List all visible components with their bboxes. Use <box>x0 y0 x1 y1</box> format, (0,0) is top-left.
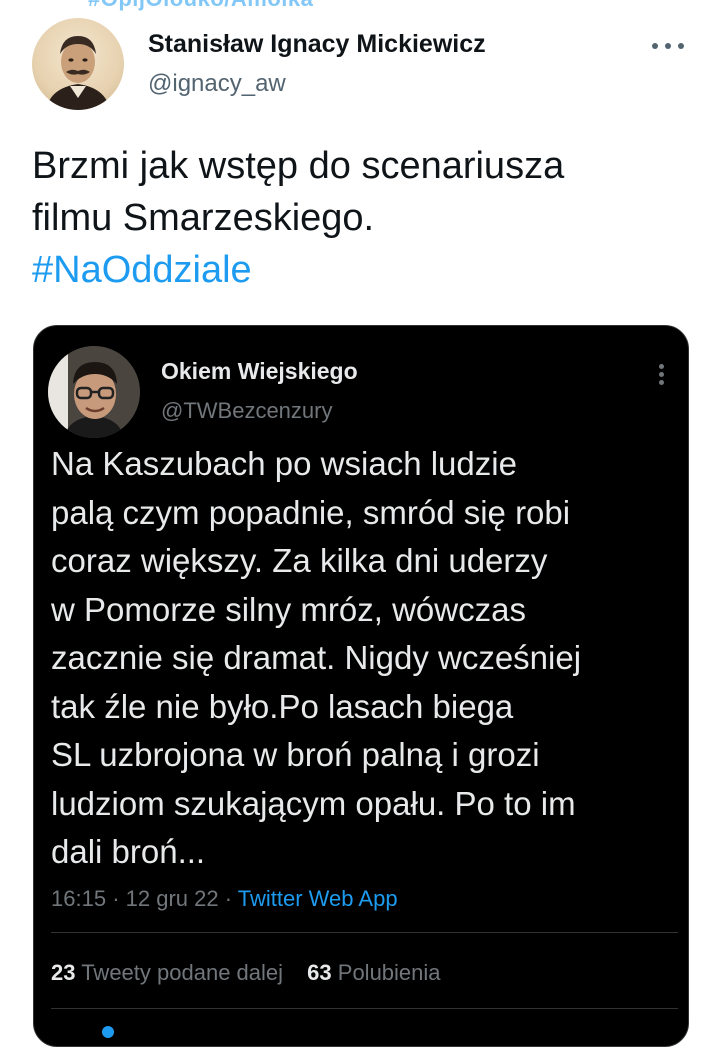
action-icon-partial <box>102 1026 114 1038</box>
quoted-text-line: dali broń... <box>51 833 206 870</box>
likes-label: Polubienia <box>337 960 441 985</box>
more-horizontal-icon[interactable] <box>648 36 688 56</box>
author-portrait-image <box>46 36 110 110</box>
tweet-date[interactable]: 12 gru 22 <box>126 886 219 911</box>
quoted-author-photo-image <box>48 346 140 438</box>
tweet-time[interactable]: 16:15 <box>51 886 106 911</box>
quoted-author-name[interactable]: Okiem Wiejskiego <box>161 358 358 385</box>
quoted-tweet-card[interactable]: Okiem Wiejskiego @TWBezcenzury Na Kaszub… <box>33 325 689 1047</box>
engagement-stats: 23 Tweety podane dalej 63 Polubienia <box>51 960 459 986</box>
retweets-count: 23 <box>51 960 76 985</box>
tweet-text-line: filmu Smarzeskiego. <box>32 197 375 239</box>
quoted-tweet-meta: 16:15 · 12 gru 22 · Twitter Web App <box>51 886 398 912</box>
hashtag-link[interactable]: #NaOddziale <box>32 244 682 296</box>
tweet-text: Brzmi jak wstęp do scenariusza filmu Sma… <box>32 140 682 296</box>
quoted-text-line: palą czym popadnie, smród się robi <box>51 493 571 531</box>
top-hashtag-partial: #OpljOlouko/Amolka <box>88 0 313 12</box>
author-avatar[interactable] <box>32 18 124 110</box>
quoted-text-line: zacznie się dramat. Nigdy wcześniej <box>51 639 582 676</box>
quoted-text-line: SL uzbrojona w broń palną i grozi <box>51 736 540 773</box>
quoted-author-avatar[interactable] <box>48 346 140 438</box>
retweets-stat[interactable]: 23 Tweety podane dalej <box>51 960 283 985</box>
meta-separator: · <box>112 886 126 911</box>
quoted-tweet-text: Na Kaszubach po wsiach ludzie palą czym … <box>51 440 671 877</box>
quoted-text-line: Na Kaszubach po wsiach ludzie <box>51 445 517 482</box>
likes-count: 63 <box>307 960 332 985</box>
quoted-text-line: ludziom szukającym opału. Po to im <box>51 784 576 822</box>
tweet-source-link[interactable]: Twitter Web App <box>238 886 398 911</box>
tweet-header: Stanisław Ignacy Mickiewicz @ignacy_aw <box>32 18 692 110</box>
divider <box>51 932 678 933</box>
quoted-text-line: w Pomorze silny mróz, wówczas <box>51 590 526 628</box>
retweets-label: Tweety podane dalej <box>81 960 284 985</box>
author-name[interactable]: Stanisław Ignacy Mickiewicz <box>148 30 486 59</box>
tweet-text-line: Brzmi jak wstęp do scenariusza <box>32 145 565 187</box>
author-handle[interactable]: @ignacy_aw <box>148 70 286 98</box>
more-vertical-icon[interactable] <box>658 362 666 386</box>
meta-separator: · <box>224 886 238 911</box>
likes-stat[interactable]: 63 Polubienia <box>307 960 440 985</box>
quoted-text-line: tak źle nie było.Po lasach biega <box>51 687 514 725</box>
quoted-author-handle[interactable]: @TWBezcenzury <box>161 398 332 424</box>
quoted-text-line: coraz większy. Za kilka dni uderzy <box>51 542 548 579</box>
divider <box>51 1008 678 1009</box>
